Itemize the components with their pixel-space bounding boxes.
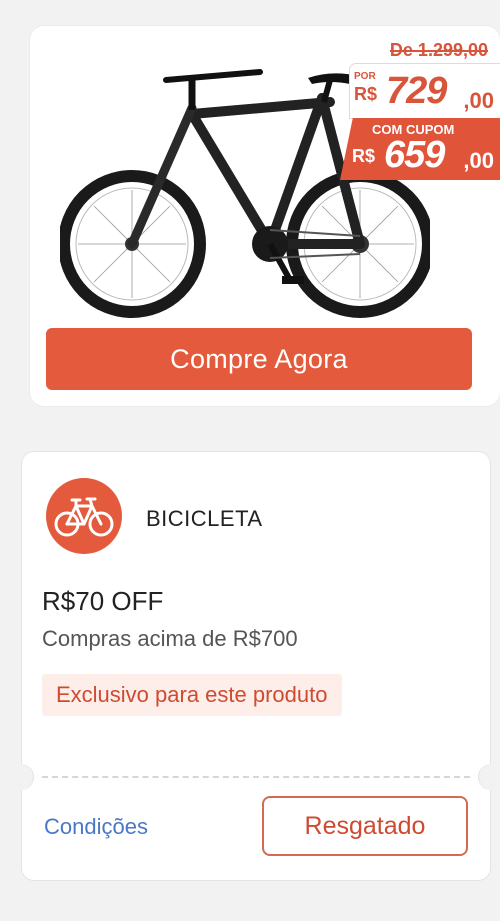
por-label: POR [354,71,376,82]
sale-price-box: POR R$ 729 ,00 [350,64,500,118]
coupon-category: BICICLETA [146,506,263,531]
ticket-notch-left [8,764,34,790]
coupon-price: 659 [384,134,445,176]
coupon-currency: R$ [352,146,376,166]
coupon-cents: ,00 [463,148,494,173]
old-price: De 1.299,00 [383,36,494,65]
redeemed-button[interactable]: Resgatado [262,796,468,856]
coupon-card: BICICLETA R$70 OFF Compras acima de R$70… [8,452,500,880]
exclusive-badge: Exclusivo para este produto [42,674,342,716]
coupon-min-purchase: Compras acima de R$700 [42,626,298,651]
buy-now-button[interactable]: Compre Agora [46,328,472,390]
conditions-link[interactable]: Condições [44,814,148,840]
sale-currency: R$ [354,84,378,104]
ticket-notch-right [478,764,500,790]
bicycle-icon [46,478,122,554]
price-tag: De 1.299,00 POR R$ 729 ,00 COM CUPOM R$ … [330,36,500,186]
page: De 1.299,00 POR R$ 729 ,00 COM CUPOM R$ … [0,0,500,921]
coupon-price-box: COM CUPOM R$ 659 ,00 [340,118,500,180]
sale-price: 729 [386,70,447,112]
coupon-discount: R$70 OFF [42,586,164,616]
sale-cents: ,00 [463,88,494,113]
product-card[interactable]: De 1.299,00 POR R$ 729 ,00 COM CUPOM R$ … [30,26,500,406]
dashed-divider [42,776,470,778]
